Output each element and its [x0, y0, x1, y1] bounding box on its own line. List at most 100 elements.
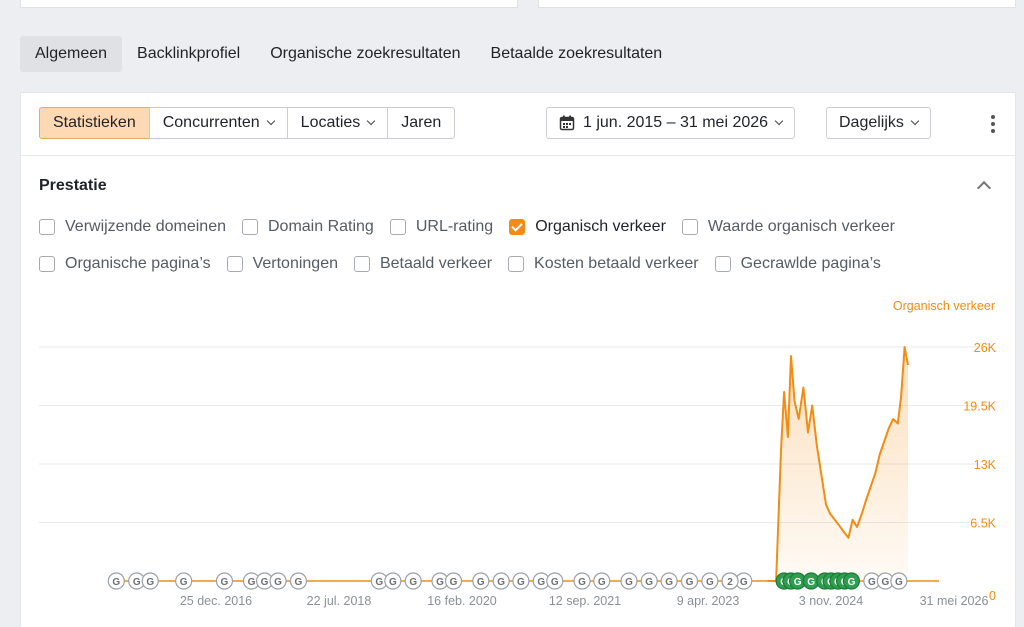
- metric-label: URL-rating: [415, 218, 494, 235]
- metric-label: Waarde organisch verkeer: [707, 218, 895, 235]
- google-update-marker-label: G: [261, 577, 269, 588]
- locaties-dropdown[interactable]: Locaties: [286, 107, 389, 139]
- google-update-marker-label: G: [497, 577, 505, 588]
- checkbox[interactable]: [226, 256, 243, 272]
- google-update-marker-label: G: [133, 577, 141, 588]
- checkbox[interactable]: [353, 256, 370, 272]
- metric-label: Kosten betaald verkeer: [534, 255, 699, 272]
- top-card-right: [538, 0, 1016, 8]
- google-update-marker-label: G: [450, 577, 458, 588]
- y-tick-label: 0: [989, 589, 996, 603]
- google-update-marker-label: G: [295, 577, 303, 588]
- google-update-marker-label: G: [895, 577, 903, 588]
- google-update-marker-label: G: [477, 577, 485, 588]
- x-tick-label: 12 sep. 2021: [549, 594, 621, 608]
- y-tick-label: 13K: [974, 458, 997, 472]
- jaren-button[interactable]: Jaren: [387, 107, 456, 139]
- x-tick-label: 9 apr. 2023: [677, 594, 740, 608]
- metric-domain-rating[interactable]: Domain Rating: [242, 218, 374, 236]
- traffic-chart: 0 6.5K 13K 19.5K 26K 25 dec. 2016 22 jul. 2018…: [39, 341, 997, 608]
- date-range-label: 1 jun. 2015 – 31 mei 2026: [583, 114, 769, 131]
- checkbox-checked[interactable]: [509, 219, 526, 235]
- divider: [21, 155, 1015, 156]
- google-update-marker-label: G: [665, 577, 673, 588]
- x-tick-label: 31 mei 2026: [920, 594, 989, 608]
- google-update-marker-active-label: G: [794, 577, 802, 588]
- metric-label: Betaald verkeer: [379, 255, 493, 272]
- metric-label: Vertoningen: [252, 255, 338, 272]
- metrics-row-1: Verwijzende domeinen Domain Rating URL-r…: [39, 218, 911, 236]
- google-update-marker-label: G: [375, 577, 383, 588]
- frequency-label: Dagelijks: [839, 114, 904, 131]
- concurrenten-label: Concurrenten: [162, 114, 260, 131]
- chevron-down-icon: [266, 116, 275, 126]
- chevron-down-icon: [774, 116, 784, 126]
- metric-label: Gecrawlde pagina’s: [740, 255, 881, 272]
- google-update-marker-label: G: [706, 577, 714, 588]
- x-tick-label: 3 nov. 2024: [799, 594, 863, 608]
- metric-organische-paginas[interactable]: Organische pagina’s: [39, 255, 211, 273]
- overview-panel: Statistieken Concurrenten Locaties Jaren…: [20, 92, 1016, 627]
- tab-organische-zoekresultaten[interactable]: Organische zoekresultaten: [255, 36, 475, 72]
- statistieken-label: Statistieken: [53, 114, 136, 131]
- checkbox[interactable]: [508, 256, 525, 272]
- google-update-marker-label: G: [517, 577, 525, 588]
- statistieken-button[interactable]: Statistieken: [39, 107, 150, 139]
- metrics-row-2: Organische pagina’s Vertoningen Betaald …: [39, 255, 897, 273]
- x-tick-label: 22 jul. 2018: [307, 594, 372, 608]
- section-title: Prestatie: [39, 177, 107, 194]
- google-update-marker-label: G: [274, 577, 282, 588]
- more-options-icon[interactable]: [983, 113, 1003, 135]
- metric-label: Domain Rating: [268, 218, 374, 235]
- date-range-picker[interactable]: 1 jun. 2015 – 31 mei 2026: [546, 107, 796, 139]
- google-update-marker-label: G: [248, 577, 256, 588]
- metric-verwijzende-domeinen[interactable]: Verwijzende domeinen: [39, 218, 226, 236]
- jaren-label: Jaren: [401, 114, 442, 131]
- tab-betaalde-zoekresultaten[interactable]: Betaalde zoekresultaten: [476, 36, 678, 72]
- google-update-marker-label: G: [180, 577, 188, 588]
- chevron-down-icon: [367, 116, 376, 126]
- google-update-marker-label: G: [436, 577, 444, 588]
- tab-algemeen[interactable]: Algemeen: [20, 36, 123, 72]
- locaties-label: Locaties: [300, 114, 361, 131]
- metric-organisch-verkeer[interactable]: Organisch verkeer: [509, 218, 666, 236]
- metric-vertoningen[interactable]: Vertoningen: [226, 255, 338, 273]
- tab-backlinkprofiel[interactable]: Backlinkprofiel: [122, 36, 255, 72]
- checkbox[interactable]: [714, 256, 731, 272]
- checkbox[interactable]: [242, 219, 258, 235]
- metric-betaald-verkeer[interactable]: Betaald verkeer: [353, 255, 493, 273]
- metric-url-rating[interactable]: URL-rating: [389, 218, 494, 236]
- concurrenten-dropdown[interactable]: Concurrenten: [148, 107, 288, 139]
- x-tick-label: 16 feb. 2020: [427, 594, 497, 608]
- checkbox[interactable]: [39, 219, 55, 235]
- x-tick-label: 25 dec. 2016: [180, 594, 252, 608]
- metric-kosten-betaald-verkeer[interactable]: Kosten betaald verkeer: [508, 255, 699, 273]
- metric-gecrawlde-paginas[interactable]: Gecrawlde pagina’s: [714, 255, 881, 273]
- metric-label: Organische pagina’s: [65, 255, 211, 272]
- google-update-marker-label: G: [551, 577, 559, 588]
- metric-label: Verwijzende domeinen: [65, 218, 226, 235]
- chevron-down-icon: [910, 116, 920, 126]
- google-update-marker-label: G: [740, 577, 748, 588]
- main-tabs: Algemeen Backlinkprofiel Organische zoek…: [20, 36, 677, 72]
- grouped-update-marker-label: 2: [727, 577, 733, 588]
- frequency-dropdown[interactable]: Dagelijks: [826, 107, 931, 139]
- top-card-left: [20, 0, 518, 8]
- checkbox[interactable]: [681, 219, 698, 235]
- y-tick-label: 26K: [974, 341, 997, 355]
- checkbox[interactable]: [39, 256, 55, 272]
- google-update-marker-label: G: [409, 577, 417, 588]
- google-update-marker-label: G: [881, 577, 889, 588]
- google-update-marker-label: G: [578, 577, 586, 588]
- google-update-marker-label: G: [625, 577, 633, 588]
- google-update-marker-label: G: [112, 577, 120, 588]
- google-update-marker-active-label: G: [807, 577, 815, 588]
- checkbox[interactable]: [389, 219, 406, 235]
- calendar-icon: [559, 115, 575, 131]
- google-update-marker-label: G: [221, 577, 229, 588]
- y-tick-label: 6.5K: [970, 517, 996, 531]
- chevron-up-icon[interactable]: [976, 180, 992, 196]
- google-update-marker-label: G: [686, 577, 694, 588]
- google-update-marker-label: G: [389, 577, 397, 588]
- metric-waarde-organisch-verkeer[interactable]: Waarde organisch verkeer: [681, 218, 895, 236]
